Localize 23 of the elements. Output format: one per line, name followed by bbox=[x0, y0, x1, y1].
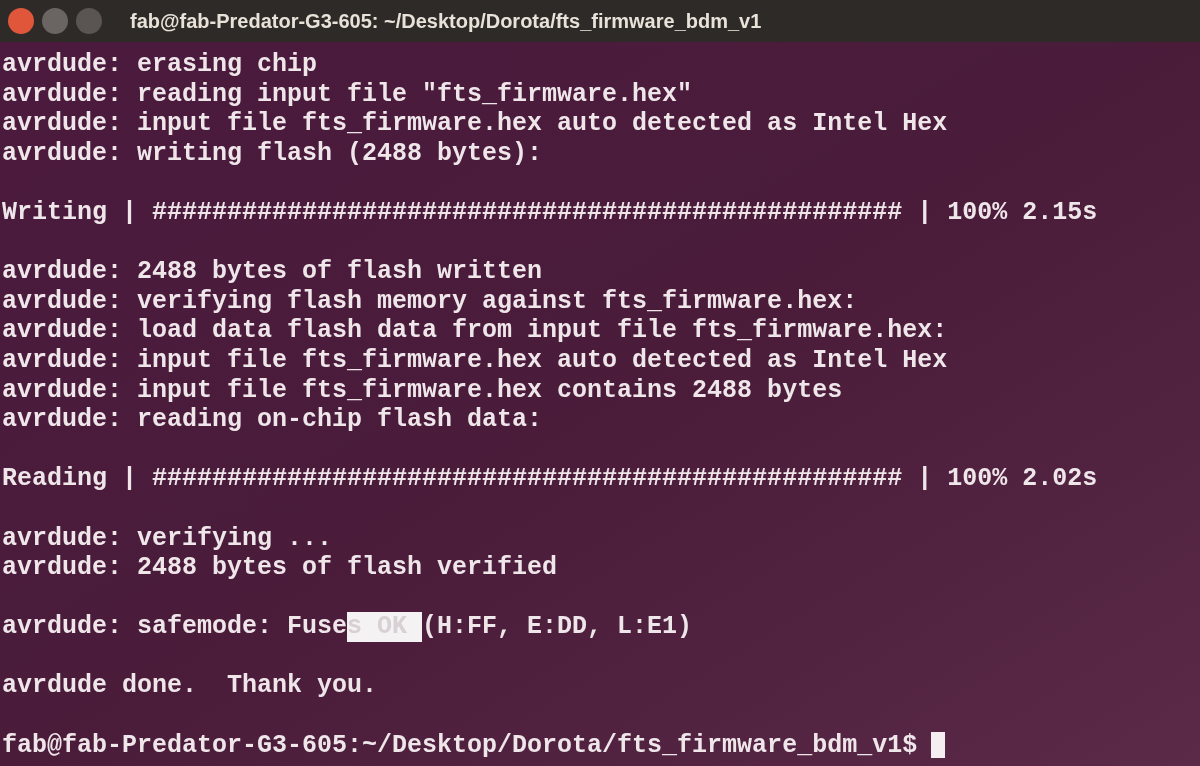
maximize-button[interactable] bbox=[76, 8, 102, 34]
terminal-line: Writing | ################################################## | 100% 2.15s bbox=[2, 197, 1098, 228]
close-button[interactable] bbox=[8, 8, 34, 34]
terminal-line: avrdude: input file fts_firmware.hex auto detected as Intel Hex bbox=[2, 109, 948, 139]
terminal-line: avrdude: load data flash data from input file fts_firmware.hex: bbox=[2, 316, 948, 346]
terminal-line: avrdude done. Thank you. bbox=[2, 671, 378, 702]
terminal-line: avrdude: input file fts_firmware.hex contains 2488 bytes bbox=[2, 375, 843, 406]
terminal-text: avrdude: safemode: Fuse bbox=[2, 612, 348, 642]
text-cursor bbox=[931, 732, 946, 759]
terminal-line: avrdude: verifying ... bbox=[2, 523, 333, 554]
terminal-line: Reading | ################################################## | 100% 2.02s bbox=[2, 464, 1098, 494]
terminal-line: avrdude: reading input file "fts_firmware.hex" bbox=[2, 79, 693, 110]
terminal-line: avrdude: writing flash (2488 bytes): bbox=[2, 138, 543, 169]
terminal-line: avrdude: input file fts_firmware.hex auto detected as Intel Hex bbox=[2, 345, 948, 376]
terminal-line: avrdude: 2488 bytes of flash verified bbox=[2, 553, 558, 583]
shell-prompt: fab@fab-Predator-G3-605:~/Desktop/Dorota/fts_firmware_bdm_v1$ bbox=[2, 730, 918, 761]
minimize-button[interactable] bbox=[42, 8, 68, 34]
terminal-line: avrdude: verifying flash memory against fts_firmware.hex: bbox=[2, 286, 858, 317]
window-title: fab@fab-Predator-G3-605: ~/Desktop/Dorota/fts_firmware_bdm_v1 bbox=[130, 9, 762, 34]
terminal-line: avrdude: reading on-chip flash data: bbox=[2, 405, 543, 435]
terminal-line: avrdude: erasing chip bbox=[2, 50, 318, 80]
terminal-line: avrdude: 2488 bytes of flash written bbox=[2, 257, 543, 287]
terminal-text: (H:FF, E:DD, L:E1) bbox=[422, 612, 693, 642]
